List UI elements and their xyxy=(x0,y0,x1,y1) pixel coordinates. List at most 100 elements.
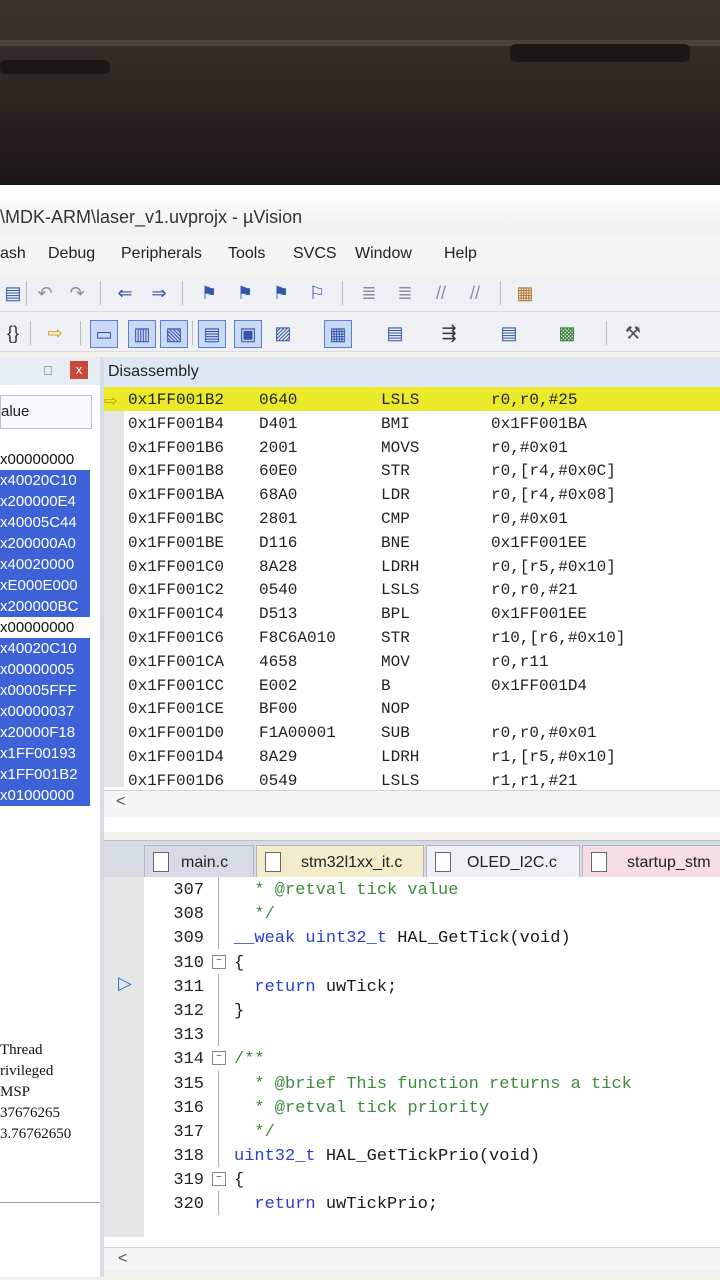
register-value[interactable]: x200000E4 xyxy=(0,491,90,512)
registers-window-icon[interactable]: ▤ xyxy=(198,320,226,348)
disassembly-row[interactable]: 0x1FF001CE BF00 NOP xyxy=(104,696,720,720)
uncomment-icon[interactable]: // xyxy=(462,280,488,306)
disassembly-row[interactable]: 0x1FF001B4 D401 BMI 0x1FF001BA xyxy=(104,411,720,435)
code-line[interactable]: 317 */ xyxy=(104,1118,720,1143)
code-line[interactable]: 315 * @brief This function returns a tic… xyxy=(104,1070,720,1095)
register-value[interactable]: x00005FFF xyxy=(0,680,90,701)
menu-flash[interactable]: ash xyxy=(0,245,26,263)
line-number: 316 xyxy=(173,1098,204,1118)
disassembly-row[interactable]: 0x1FF001C2 0540 LSLS r0,r0,#21 xyxy=(104,577,720,601)
menu-svcs[interactable]: SVCS xyxy=(293,245,337,263)
disassembly-row[interactable]: 0x1FF001BA 68A0 LDR r0,[r4,#0x08] xyxy=(104,482,720,506)
code-line[interactable]: 309 __weak uint32_t HAL_GetTick(void) xyxy=(104,925,720,950)
fold-toggle-icon[interactable]: − xyxy=(212,1172,226,1187)
analysis-icon[interactable]: ⇶ xyxy=(436,320,462,346)
step-arrow-icon[interactable]: ⇨ xyxy=(42,320,68,346)
scroll-left-icon[interactable]: < xyxy=(116,793,125,811)
register-value[interactable]: x00000005 xyxy=(0,659,90,680)
code-line[interactable]: 320 return uwTickPrio; xyxy=(104,1191,720,1216)
menu-help[interactable]: Help xyxy=(444,245,477,263)
close-icon[interactable]: x xyxy=(70,361,88,379)
trace-icon[interactable]: ▤ xyxy=(496,320,522,346)
register-value[interactable]: x1FF001B2 xyxy=(0,764,90,785)
system-viewer-icon[interactable]: ▩ xyxy=(554,320,580,346)
undo-icon[interactable]: ↶ xyxy=(32,280,58,306)
bookmark-next-icon[interactable]: ⚑ xyxy=(268,280,294,306)
menu-peripherals[interactable]: Peripherals xyxy=(121,245,202,263)
save-icon[interactable]: ▤ xyxy=(0,280,26,306)
fold-toggle-icon[interactable]: − xyxy=(212,1051,226,1066)
register-value[interactable]: x40020C10 xyxy=(0,470,90,491)
code-line[interactable]: 311 return uwTick; xyxy=(104,973,720,998)
register-value[interactable]: x1FF00193 xyxy=(0,743,90,764)
editor-hscrollbar[interactable]: < xyxy=(104,1247,720,1270)
redo-icon[interactable]: ↷ xyxy=(64,280,90,306)
disassembly-row-current[interactable]: ⇨ 0x1FF001B2 0640 LSLS r0,r0,#25 xyxy=(104,387,720,411)
register-value[interactable]: x20000F18 xyxy=(0,722,90,743)
code-line[interactable]: 319−{ xyxy=(104,1167,720,1191)
code-line[interactable]: 308 */ xyxy=(104,901,720,926)
disassembly-row[interactable]: 0x1FF001D6 0549 LSLS r1,r1,#21 xyxy=(104,768,720,792)
menu-tools[interactable]: Tools xyxy=(228,245,265,263)
disassembly-row[interactable]: 0x1FF001B8 60E0 STR r0,[r4,#0x0C] xyxy=(104,458,720,482)
bookmark-icon[interactable]: ⚑ xyxy=(196,280,222,306)
register-value[interactable]: x01000000 xyxy=(0,785,90,806)
disassembly-row[interactable]: 0x1FF001C0 8A28 LDRH r0,[r5,#0x10] xyxy=(104,554,720,578)
code-line[interactable]: 314−/** xyxy=(104,1046,720,1070)
braces-icon[interactable]: {} xyxy=(0,320,26,346)
disassembly-row[interactable]: 0x1FF001C6 F8C6A010 STR r10,[r6,#0x10] xyxy=(104,625,720,649)
value-column-header[interactable]: alue xyxy=(0,395,92,429)
disassembly-row[interactable]: 0x1FF001CA 4658 MOV r0,r11 xyxy=(104,649,720,673)
tab-startup-stm[interactable]: startup_stm xyxy=(582,845,720,879)
serial-icon[interactable]: ▤ xyxy=(382,320,408,346)
tab-stm32l1xx-it-c[interactable]: stm32l1xx_it.c xyxy=(256,845,424,879)
disassembly-window-icon[interactable]: ▥ xyxy=(128,320,156,348)
call-stack-icon[interactable]: ▣ xyxy=(234,320,262,348)
command-window-icon[interactable]: ▭ xyxy=(90,320,118,348)
disassembly-row[interactable]: 0x1FF001BC 2801 CMP r0,#0x01 xyxy=(104,506,720,530)
code-editor[interactable]: ▷ 307 * @retval tick value 308 */309 __wea… xyxy=(104,877,720,1247)
code-line[interactable]: 312} xyxy=(104,997,720,1022)
register-value[interactable]: x200000A0 xyxy=(0,533,90,554)
toolbox-icon[interactable]: ⚒ xyxy=(620,320,646,346)
build-icon[interactable]: ▦ xyxy=(512,280,538,306)
code-line[interactable]: 307 * @retval tick value xyxy=(104,877,720,901)
unindent-icon[interactable]: ≣ xyxy=(392,280,418,306)
menu-debug[interactable]: Debug xyxy=(48,245,95,263)
register-value[interactable]: x200000BC xyxy=(0,596,90,617)
menu-window[interactable]: Window xyxy=(355,245,412,263)
disassembly-row[interactable]: 0x1FF001BE D116 BNE 0x1FF001EE xyxy=(104,530,720,554)
disassembly-row[interactable]: 0x1FF001D0 F1A00001 SUB r0,r0,#0x01 xyxy=(104,720,720,744)
fold-toggle-icon[interactable]: − xyxy=(212,954,226,969)
nav-forward-icon[interactable]: ⇒ xyxy=(146,280,172,306)
symbols-window-icon[interactable]: ▧ xyxy=(160,320,188,348)
code-line[interactable]: 313 xyxy=(104,1022,720,1047)
disassembly-row[interactable]: 0x1FF001D4 8A29 LDRH r1,[r5,#0x10] xyxy=(104,744,720,768)
disassembly-row[interactable]: 0x1FF001CC E002 B 0x1FF001D4 xyxy=(104,673,720,697)
register-value[interactable]: x40020000 xyxy=(0,554,90,575)
register-value[interactable]: xE000E000 xyxy=(0,575,90,596)
register-value[interactable]: x00000037 xyxy=(0,701,90,722)
bookmark-clear-icon[interactable]: ⚐ xyxy=(304,280,330,306)
instruction-operands: 0x1FF001EE xyxy=(491,533,588,552)
watch-icon[interactable]: ▨ xyxy=(270,320,296,346)
disassembly-row[interactable]: 0x1FF001C4 D513 BPL 0x1FF001EE xyxy=(104,601,720,625)
scroll-left-icon[interactable]: < xyxy=(118,1250,127,1268)
register-value[interactable]: x40005C44 xyxy=(0,512,90,533)
memory-icon[interactable]: ▦ xyxy=(324,320,352,348)
bookmark-prev-icon[interactable]: ⚑ xyxy=(232,280,258,306)
code-line[interactable]: 310−{ xyxy=(104,950,720,974)
tab-oled-i2c-c[interactable]: OLED_I2C.c xyxy=(426,845,580,879)
register-value[interactable]: x00000000 xyxy=(0,449,90,470)
tab-main-c[interactable]: main.c xyxy=(144,845,254,879)
code-line[interactable]: 318 uint32_t HAL_GetTickPrio(void) xyxy=(104,1143,720,1168)
code-line[interactable]: 316 * @retval tick priority xyxy=(104,1094,720,1119)
indent-icon[interactable]: ≣ xyxy=(356,280,382,306)
disassembly-hscrollbar[interactable]: < xyxy=(104,790,720,817)
register-value[interactable]: x00000000 xyxy=(0,617,90,638)
comment-icon[interactable]: // xyxy=(428,280,454,306)
register-value[interactable]: x40020C10 xyxy=(0,638,90,659)
pin-icon[interactable]: ⎕ xyxy=(44,363,52,379)
disassembly-row[interactable]: 0x1FF001B6 2001 MOVS r0,#0x01 xyxy=(104,435,720,459)
nav-back-icon[interactable]: ⇐ xyxy=(112,280,138,306)
